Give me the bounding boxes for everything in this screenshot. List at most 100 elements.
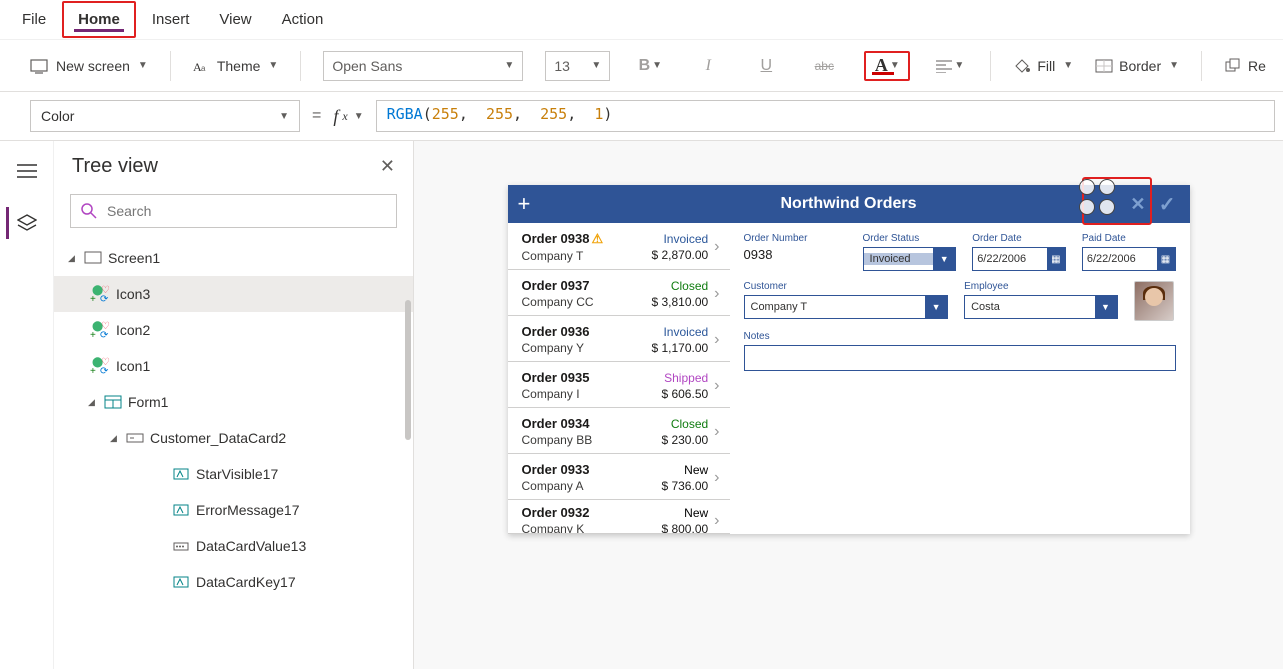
order-row[interactable]: Order 0935 Company I Shipped $ 606.50 ›	[508, 362, 730, 408]
selection-handles	[1073, 179, 1119, 225]
tree-node-starvisible[interactable]: StarVisible17	[54, 456, 413, 492]
fill-button[interactable]: Fill ▼	[1013, 58, 1073, 74]
search-box[interactable]	[70, 194, 397, 228]
confirm-button[interactable]: ✓	[1159, 192, 1176, 217]
tree-node-datacardkey[interactable]: DataCardKey17	[54, 564, 413, 600]
chevron-down-icon: ▼	[138, 60, 148, 71]
order-date-input[interactable]: 6/22/2006▦	[972, 247, 1066, 271]
strikethrough-button[interactable]: abc	[806, 51, 842, 81]
left-rail	[0, 141, 54, 669]
tree-node-errormessage[interactable]: ErrorMessage17	[54, 492, 413, 528]
new-screen-button[interactable]: New screen ▼	[30, 58, 148, 74]
notes-input[interactable]	[744, 345, 1176, 371]
order-row[interactable]: Order 0934 Company BB Closed $ 230.00 ›	[508, 408, 730, 454]
tree-node-label: DataCardKey17	[196, 574, 296, 590]
menu-home[interactable]: Home	[62, 1, 136, 38]
canvas[interactable]: + Northwind Orders ✓ ✕ Order 0938⚠ Compa…	[414, 141, 1283, 669]
font-size-select[interactable]: 13 ▼	[545, 51, 610, 81]
chevron-right-icon: ›	[714, 469, 719, 487]
chevron-down-icon: ▼	[925, 296, 947, 318]
hamburger-icon	[17, 164, 37, 178]
tree-node-screen1[interactable]: ◢ Screen1	[54, 240, 413, 276]
collapse-icon: ◢	[88, 397, 98, 408]
field-label: Paid Date	[1082, 233, 1176, 244]
chevron-down-icon: ▼	[890, 60, 900, 71]
italic-button[interactable]: I	[690, 51, 726, 81]
add-button[interactable]: +	[518, 191, 531, 217]
tree-view-rail-button[interactable]	[6, 207, 38, 239]
screen-icon	[84, 249, 102, 267]
main-area: Tree view ✕ ◢ Screen1 ⬤♡+⟳ Icon3 ⬤♡+⟳ Ic…	[0, 140, 1283, 669]
menu-insert[interactable]: Insert	[138, 3, 204, 36]
icon-control-icon: ⬤♡+⟳	[88, 357, 110, 375]
border-button[interactable]: Border ▼	[1095, 58, 1179, 74]
tree-node-label: Form1	[128, 394, 168, 410]
align-icon	[936, 59, 952, 73]
fx-button[interactable]: fx▼	[333, 106, 363, 127]
tree-node-label: Icon1	[116, 358, 150, 374]
calendar-icon: ▦	[1157, 248, 1175, 270]
chevron-down-icon: ▼	[268, 60, 278, 71]
chevron-down-icon: ▼	[279, 111, 289, 122]
order-row[interactable]: Order 0933 Company A New $ 736.00 ›	[508, 454, 730, 500]
menu-action[interactable]: Action	[268, 3, 338, 36]
label-icon	[172, 465, 190, 483]
tree-node-label: Icon2	[116, 322, 150, 338]
bold-button[interactable]: B▼	[632, 51, 668, 81]
paid-date-input[interactable]: 6/22/2006▦	[1082, 247, 1176, 271]
tree-node-datacardvalue[interactable]: DataCardValue13	[54, 528, 413, 564]
tree-node-icon2[interactable]: ⬤♡+⟳ Icon2	[54, 312, 413, 348]
theme-icon: Aa	[193, 58, 211, 74]
menu-file[interactable]: File	[8, 3, 60, 36]
order-row[interactable]: Order 0937 Company CC Closed $ 3,810.00 …	[508, 270, 730, 316]
search-input[interactable]	[105, 202, 386, 220]
hamburger-button[interactable]	[11, 155, 43, 187]
field-label: Customer	[744, 281, 949, 292]
chevron-down-icon: ▼	[954, 60, 964, 71]
order-status-select[interactable]: Invoiced▼	[863, 247, 957, 271]
ribbon: New screen ▼ Aa Theme ▼ Open Sans ▼ 13 ▼…	[0, 40, 1283, 92]
menu-view[interactable]: View	[205, 3, 265, 36]
app-header: + Northwind Orders ✓ ✕	[508, 185, 1190, 223]
formula-input[interactable]: RGBA(255, 255, 255, 1)	[376, 100, 1275, 132]
reorder-label: Re	[1248, 58, 1266, 74]
tree-node-icon1[interactable]: ⬤♡+⟳ Icon1	[54, 348, 413, 384]
order-row[interactable]: Order 0932 Company K New $ 800.00 ›	[508, 500, 730, 534]
theme-button[interactable]: Aa Theme ▼	[193, 58, 278, 74]
reorder-button[interactable]: Re	[1224, 58, 1266, 74]
tree-node-datacard[interactable]: ◢ Customer_DataCard2	[54, 420, 413, 456]
chevron-down-icon: ▼	[504, 60, 514, 71]
order-list[interactable]: Order 0938⚠ Company T Invoiced $ 2,870.0…	[508, 223, 730, 534]
form-icon	[104, 393, 122, 411]
tree-view-panel: Tree view ✕ ◢ Screen1 ⬤♡+⟳ Icon3 ⬤♡+⟳ Ic…	[54, 141, 414, 669]
icon-control-icon: ⬤♡+⟳	[88, 321, 110, 339]
tree-node-label: Customer_DataCard2	[150, 430, 286, 446]
employee-select[interactable]: Costa▼	[964, 295, 1117, 319]
font-color-button[interactable]: A▼	[864, 51, 910, 81]
datacard-icon	[126, 429, 144, 447]
employee-avatar	[1134, 281, 1174, 321]
tree-node-form1[interactable]: ◢ Form1	[54, 384, 413, 420]
scrollbar-thumb[interactable]	[405, 300, 411, 440]
chevron-right-icon: ›	[714, 512, 719, 530]
order-row[interactable]: Order 0936 Company Y Invoiced $ 1,170.00…	[508, 316, 730, 362]
tree-node-icon3[interactable]: ⬤♡+⟳ Icon3	[54, 276, 413, 312]
order-number-value: 0938	[744, 247, 847, 262]
combobox-icon	[172, 537, 190, 555]
font-family-select[interactable]: Open Sans ▼	[323, 51, 523, 81]
screen-icon	[30, 58, 50, 74]
tree-node-label: ErrorMessage17	[196, 502, 300, 518]
collapse-icon: ◢	[110, 433, 120, 444]
chevron-down-icon: ▼	[1169, 60, 1179, 71]
underline-button[interactable]: U	[748, 51, 784, 81]
new-screen-label: New screen	[56, 58, 130, 74]
app-preview: + Northwind Orders ✓ ✕ Order 0938⚠ Compa…	[508, 185, 1190, 534]
paint-bucket-icon	[1013, 58, 1031, 74]
property-select[interactable]: Color ▼	[30, 100, 300, 132]
cancel-button[interactable]: ✕	[1130, 194, 1145, 215]
close-button[interactable]: ✕	[380, 156, 395, 177]
align-button[interactable]: ▼	[932, 51, 968, 81]
border-label: Border	[1119, 58, 1161, 74]
customer-select[interactable]: Company T▼	[744, 295, 949, 319]
order-row[interactable]: Order 0938⚠ Company T Invoiced $ 2,870.0…	[508, 223, 730, 270]
